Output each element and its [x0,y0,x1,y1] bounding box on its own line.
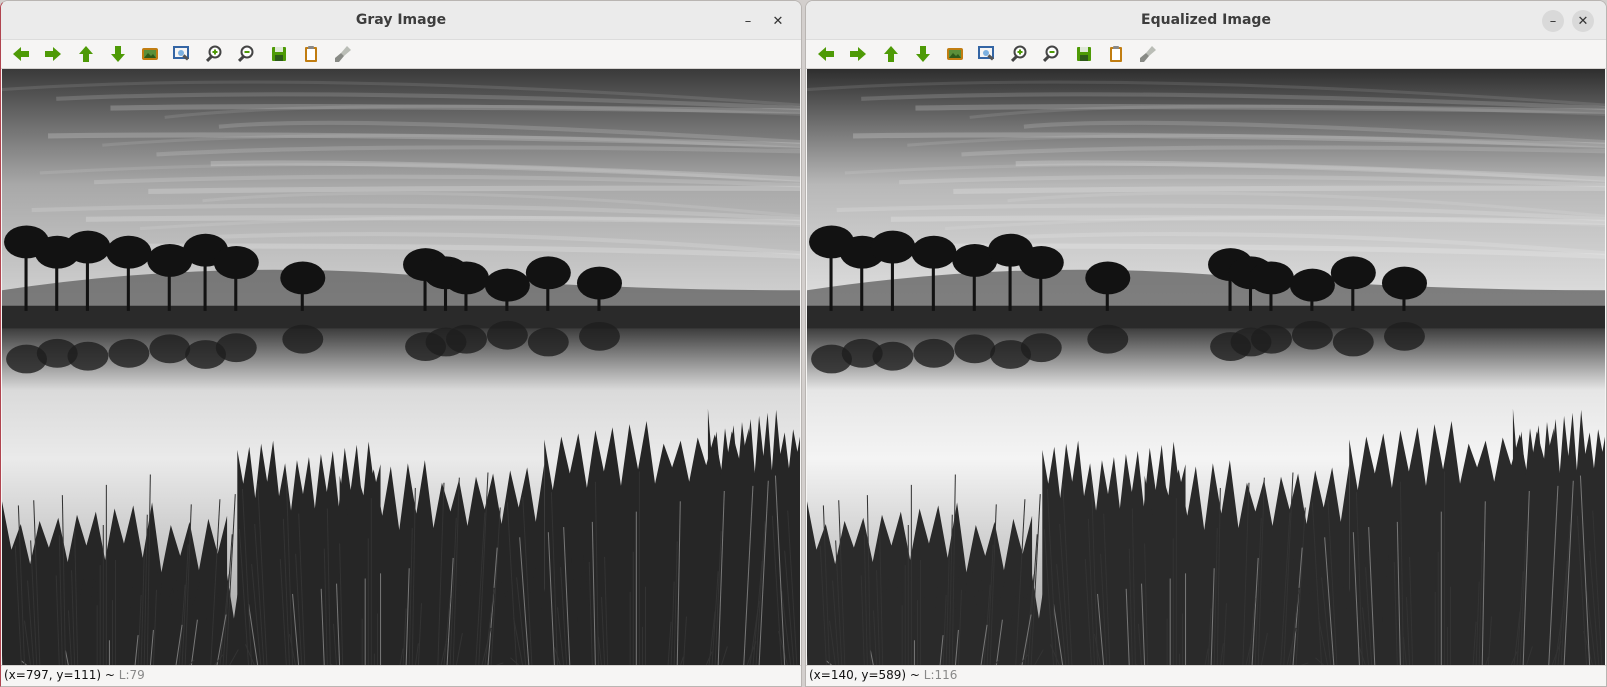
close-button[interactable]: ✕ [767,10,789,32]
properties-icon[interactable] [300,43,322,65]
pan-left-icon[interactable] [815,43,837,65]
brush-icon[interactable] [332,43,354,65]
landscape-image [807,69,1605,666]
pan-up-icon[interactable] [75,43,97,65]
status-luminance: L:79 [118,668,145,682]
pan-down-icon[interactable] [107,43,129,65]
pan-left-icon[interactable] [10,43,32,65]
save-image-icon[interactable] [1073,43,1095,65]
zoom-fit-icon[interactable] [944,43,966,65]
minimize-button[interactable]: – [737,10,759,32]
pan-down-icon[interactable] [912,43,934,65]
titlebar[interactable]: Gray Image – ✕ [1,1,801,40]
status-coordinates: (x=797, y=111) ~ [4,668,119,682]
status-bar: (x=140, y=589) ~ L:116 [806,665,1606,686]
save-image-icon[interactable] [268,43,290,65]
pan-up-icon[interactable] [880,43,902,65]
equalized-image-window: Equalized Image – ✕ (x=140, y=589) ~ L:1… [805,0,1607,687]
status-coordinates: (x=140, y=589) ~ [809,668,924,682]
landscape-image [2,69,800,666]
window-title: Gray Image [355,12,447,28]
gray-image-window: Gray Image – ✕ (x=797, y=111) ~ L:79 [0,0,802,687]
status-bar: (x=797, y=111) ~ L:79 [1,665,801,686]
pan-right-icon[interactable] [42,43,64,65]
brush-icon[interactable] [1137,43,1159,65]
toolbar [1,40,801,69]
status-luminance: L:116 [923,668,958,682]
toolbar [806,40,1606,69]
zoom-in-icon[interactable] [1008,43,1030,65]
zoom-fit-icon[interactable] [139,43,161,65]
window-title: Equalized Image [1141,12,1271,28]
zoom-out-icon[interactable] [1040,43,1062,65]
zoom-selection-icon[interactable] [976,43,998,65]
image-canvas[interactable] [2,69,800,666]
properties-icon[interactable] [1105,43,1127,65]
minimize-button[interactable]: – [1542,10,1564,32]
pan-right-icon[interactable] [847,43,869,65]
close-button[interactable]: ✕ [1572,10,1594,32]
zoom-in-icon[interactable] [203,43,225,65]
zoom-out-icon[interactable] [235,43,257,65]
titlebar[interactable]: Equalized Image – ✕ [806,1,1606,40]
image-canvas[interactable] [807,69,1605,666]
zoom-selection-icon[interactable] [171,43,193,65]
